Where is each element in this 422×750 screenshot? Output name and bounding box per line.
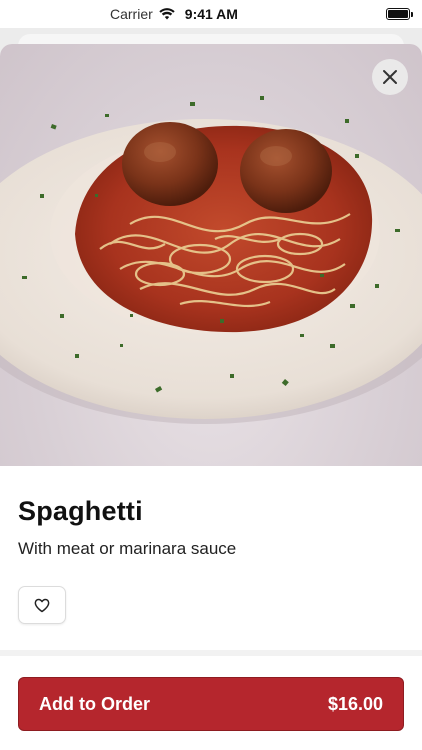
spaghetti-photo-illustration [0,96,422,424]
item-info: Spaghetti With meat or marinara sauce [18,496,404,559]
item-detail-modal: Spaghetti With meat or marinara sauce Ad… [0,44,422,750]
close-icon [383,70,397,84]
status-time: 9:41 AM [184,6,238,22]
carrier-label: Carrier [110,6,153,22]
close-button[interactable] [372,59,408,95]
battery-icon [386,8,413,20]
item-title: Spaghetti [18,496,143,526]
item-price: $16.00 [327,693,383,714]
battery-fill [388,10,408,18]
status-bar: Carrier 9:41 AM [0,0,422,28]
favorite-button[interactable] [18,586,66,624]
add-to-order-button[interactable]: Add to Order $16.00 [18,677,404,731]
add-to-order-label: Add to Order [39,693,150,714]
item-photo [0,44,422,466]
status-left: Carrier 9:41 AM [110,6,238,22]
order-footer: Add to Order $16.00 [0,656,422,750]
heart-icon [34,598,50,612]
wifi-icon [159,8,175,20]
item-description: With meat or marinara sauce [18,539,237,558]
